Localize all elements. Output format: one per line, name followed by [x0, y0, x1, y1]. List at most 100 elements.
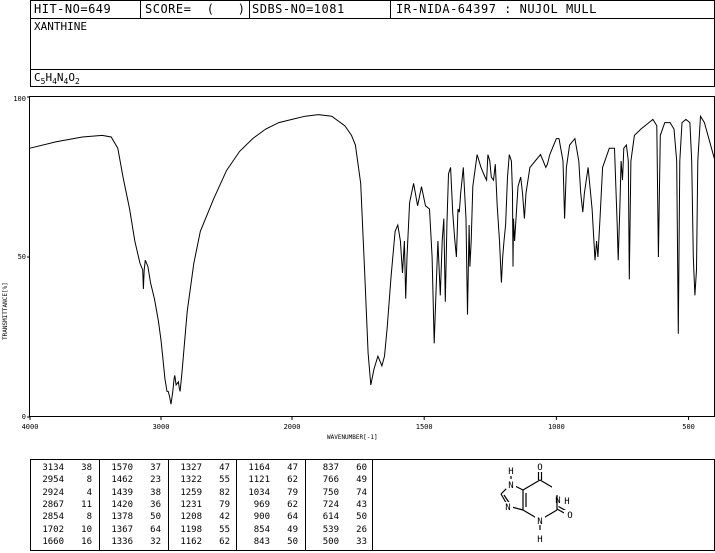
- formula-divider: [30, 69, 715, 70]
- peak-wavenumber: 1259: [180, 487, 202, 498]
- atom-nitrogen: N: [505, 503, 510, 513]
- y-axis-label: TRANSMITTANCE[%]: [2, 282, 9, 340]
- peak-transmittance: 36: [150, 499, 161, 510]
- peak-transmittance: 49: [287, 524, 298, 535]
- peak-wavenumber: 1164: [248, 463, 270, 473]
- ir-nida-info: IR-NIDA-64397 : NUJOL MULL: [396, 2, 597, 16]
- peak-transmittance: 62: [287, 499, 298, 510]
- peak-transmittance: 43: [356, 499, 367, 510]
- peak-transmittance: 47: [219, 463, 230, 473]
- peak-wavenumber: 1208: [180, 512, 202, 523]
- peak-wavenumber: 2924: [42, 487, 64, 498]
- score: SCORE= ( ): [145, 2, 246, 16]
- peak-wavenumber: 2854: [42, 512, 64, 523]
- peak-transmittance: 38: [81, 463, 92, 473]
- peak-wavenumber: 2954: [42, 475, 64, 486]
- x-ticks: 4000 3000 2000 1500 1000 500: [22, 417, 695, 431]
- peak-wavenumber: 724: [322, 499, 339, 510]
- peak-transmittance: 10: [81, 524, 92, 535]
- peak-transmittance: 55: [219, 524, 230, 535]
- peak-transmittance: 60: [356, 463, 367, 473]
- peak-transmittance: 16: [81, 536, 92, 547]
- peak-transmittance: 47: [287, 463, 298, 473]
- peak-wavenumber: 766: [322, 475, 339, 486]
- x-tick-label: 3000: [153, 423, 170, 431]
- peak-wavenumber: 1322: [180, 475, 202, 486]
- peak-table-divider: [168, 459, 169, 551]
- peak-wavenumber: 969: [253, 499, 270, 510]
- peak-transmittance: 64: [150, 524, 161, 535]
- y-tick-label: 100: [13, 95, 26, 103]
- peak-transmittance: 49: [356, 475, 367, 486]
- peak-transmittance: 8: [86, 512, 92, 523]
- atom-nitrogen: N: [555, 496, 560, 506]
- peak-wavenumber: 1121: [248, 475, 270, 486]
- peak-wavenumber: 1367: [111, 524, 133, 535]
- atom-nitrogen: N: [508, 481, 513, 491]
- peak-wavenumber: 1198: [180, 524, 202, 535]
- peak-transmittance: 50: [287, 536, 298, 547]
- peak-wavenumber: 837: [322, 463, 339, 473]
- sdbs-number: SDBS-NO=1081: [252, 2, 345, 16]
- peak-transmittance: 42: [219, 512, 230, 523]
- peak-transmittance: 74: [356, 487, 367, 498]
- atom-hydrogen: H: [564, 497, 569, 507]
- peak-wavenumber: 500: [322, 536, 339, 547]
- peak-transmittance: 38: [150, 487, 161, 498]
- peak-transmittance: 26: [356, 524, 367, 535]
- atom-hydrogen: H: [537, 535, 542, 545]
- peak-wavenumber: 1439: [111, 487, 133, 498]
- peak-transmittance: 23: [150, 475, 161, 486]
- x-axis-label: WAVENUMBER[-1]: [327, 434, 378, 441]
- peak-transmittance: 50: [150, 512, 161, 523]
- formula-count: 2: [74, 77, 80, 87]
- formula-element: N: [56, 71, 64, 84]
- peak-transmittance: 32: [150, 536, 161, 547]
- peak-wavenumber: 1660: [42, 536, 64, 547]
- ir-spectrum-chart: 100500 4000 3000 2000 1500 1000 500 TRANSMITT…: [2, 95, 715, 441]
- atom-oxygen: O: [567, 511, 572, 521]
- hit-number: HIT-NO=649: [34, 2, 112, 16]
- formula-element: O: [68, 71, 75, 84]
- header-divider: [140, 0, 141, 19]
- peak-transmittance: 4: [86, 487, 92, 498]
- spectrum-line: [29, 114, 715, 405]
- peak-wavenumber: 1034: [248, 487, 270, 498]
- peak-transmittance: 64: [287, 512, 298, 523]
- atom-hydrogen: H: [508, 467, 513, 477]
- peak-table-divider: [305, 459, 306, 551]
- peak-wavenumber: 900: [253, 512, 270, 523]
- peak-table-divider: [236, 459, 237, 551]
- peak-transmittance: 82: [219, 487, 230, 498]
- peak-transmittance: 11: [81, 499, 92, 510]
- peak-wavenumber: 539: [322, 524, 339, 535]
- header-bar: [30, 0, 715, 19]
- molecular-formula: C5H4N4O2: [34, 71, 80, 89]
- xanthine-structure: O O H N N N N H H: [500, 462, 574, 545]
- peak-transmittance: 50: [356, 512, 367, 523]
- peak-wavenumber: 1336: [111, 536, 133, 547]
- peak-transmittance: 37: [150, 463, 161, 473]
- peak-transmittance: 62: [287, 475, 298, 486]
- peak-table-divider: [99, 459, 100, 551]
- peak-wavenumber: 750: [322, 487, 339, 498]
- peak-transmittance: 62: [219, 536, 230, 547]
- header-divider: [390, 0, 391, 19]
- peak-wavenumber: 1378: [111, 512, 133, 523]
- peak-wavenumber: 1462: [111, 475, 133, 486]
- formula-element: C: [34, 71, 41, 84]
- x-tick-label: 4000: [22, 423, 39, 431]
- peak-transmittance: 79: [219, 499, 230, 510]
- header-divider: [249, 0, 250, 19]
- x-tick-label: 2000: [284, 423, 301, 431]
- peak-wavenumber: 1162: [180, 536, 202, 547]
- peak-wavenumber: 1420: [111, 499, 133, 510]
- x-tick-label: 1000: [548, 423, 565, 431]
- y-tick-label: 0: [22, 413, 26, 421]
- y-tick-label: 50: [18, 253, 26, 261]
- atom-oxygen: O: [537, 463, 542, 473]
- peak-wavenumber: 3134: [42, 463, 64, 473]
- compound-name: XANTHINE: [34, 20, 87, 33]
- x-tick-label: 500: [682, 423, 695, 431]
- peak-wavenumber: 854: [253, 524, 270, 535]
